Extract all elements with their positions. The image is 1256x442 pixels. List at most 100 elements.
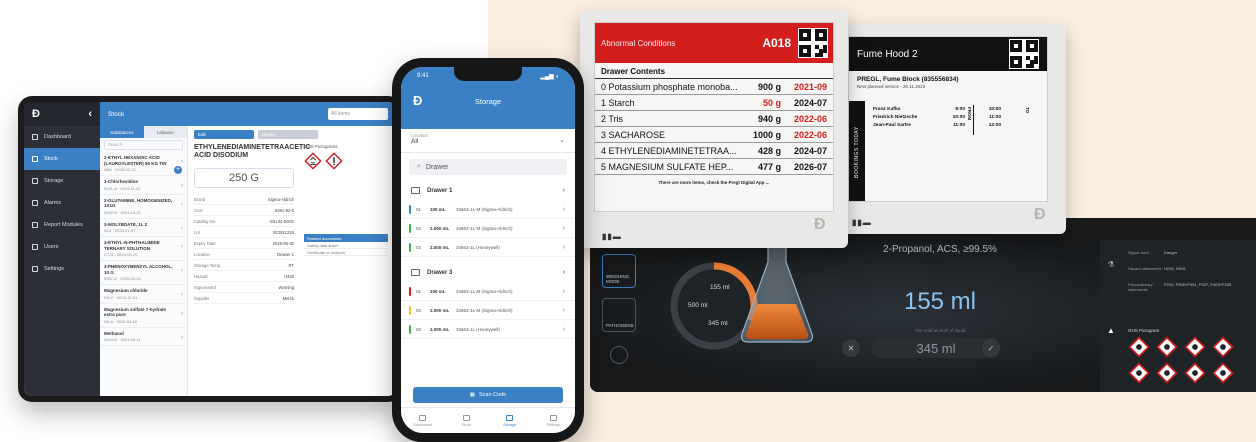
exclamation-pictogram-icon [325,152,343,170]
status-bar-indicator [409,305,411,315]
property-value: Merck [282,295,294,301]
property-key: Location [194,251,210,257]
search-input[interactable]: ⌕ Drawer [409,159,567,175]
sidebar-item[interactable]: Stock [24,148,100,170]
list-item[interactable]: 3-PHENOXYBENZYL ALCOHOL, 10 G 0087-A · 20… [100,261,187,285]
list-item[interactable]: Methanol 0044-B · 2024-08-11 › [100,328,187,346]
list-item[interactable]: 03 2.000 mL 34663-1L (Honeywell) › [401,320,575,339]
property-row: Supplier Merck [194,293,294,304]
item-description: 34663-1L-M (Sigma-Aldrich) [456,288,513,294]
tab-substances[interactable]: Substances [100,126,144,138]
measured-value: 155 ml [903,288,977,315]
drawer-name: Drawer 3 [427,269,453,276]
property-row: Lot BCBX1234 [194,227,294,238]
item-name: 2 Tris [601,113,624,124]
chevron-right-icon: › [562,224,565,232]
environment-pictogram-icon [1212,362,1234,384]
tab-label: Dashboard [413,422,433,427]
filter-select[interactable]: All items [328,108,388,120]
location-filter[interactable]: Location All ⌄ [401,129,575,153]
cancel-button[interactable]: ✕ [842,339,860,357]
tab-icon [549,414,557,421]
item-meta: N14 · 2025-01-07 [104,228,136,233]
list-item[interactable]: Magnesium sulfate 7-hydrate extra pure N9… [100,304,187,328]
settings-icon[interactable] [610,346,628,364]
page-title: Stock [108,110,125,118]
document-link[interactable]: Certificate of analysis [304,249,388,256]
measured-caption: The total amount of liquid [914,328,966,333]
collapse-icon[interactable]: ‹ [88,108,92,120]
ghs-heading: GHS Pictogram [1128,328,1160,333]
property-value: Drawer 1 [277,251,294,257]
hazard-info-row: Hazard statements H225, H319 [1128,266,1252,271]
list-item[interactable]: 03 2.000 mL 34663-1L (Honeywell) › [401,238,575,257]
fume-hood-screen: Fume Hood 2 PREGL, Fume Block (835556834… [848,36,1048,202]
tab-label: Stock [461,422,472,427]
list-item[interactable]: 02 2.000 mL 34663-1L-M (Sigma-Aldrich) › [401,219,575,238]
gauge-top-value: 155 ml [710,284,730,291]
sidebar-item[interactable]: Users [24,236,100,258]
list-item[interactable]: 2-MOLYBDATE, 1L 2 N14 · 2025-01-07 › [100,219,187,237]
tab-icon [506,414,514,421]
scan-code-button[interactable]: ▦ Scan Code [413,387,563,403]
drawer-group[interactable]: Drawer 3 › [401,263,575,282]
list-item[interactable]: 2-ETHYL HEXANOIC ACID (LAUROYLESTER) 50 … [100,152,187,176]
tab-dashboard[interactable]: Dashboard [401,408,445,433]
stock-list: Substances Labware Search + 2-ETHYL HEXA… [100,126,188,396]
tab-storage[interactable]: Storage [488,408,532,433]
item-meta: 0092-B · 2024-10-21 [104,209,141,215]
tab-stock[interactable]: Stock [445,408,489,433]
documents-card: Related documents Safety data sheet Cert… [304,234,388,256]
pathogens-button[interactable]: PATHOGENS [602,298,636,332]
fume-hood-title: Fume Hood 2 [857,48,918,60]
amount-value[interactable]: 250 G [194,168,294,188]
drawer-group[interactable]: Drawer 1 › [401,181,575,200]
app-logo: Ð ‹ [24,102,100,126]
sidebar-item[interactable]: Settings [24,258,100,280]
sidebar-item[interactable]: Report Modules [24,214,100,236]
item-meta: 0044-B · 2024-08-11 [104,337,141,342]
list-item[interactable]: Magnesium chloride N3-C · 2024-12-01 › [100,285,187,304]
list-item[interactable]: 1-Chlorhexidine 0091-A · 2024-11-03 › [100,176,187,195]
item-weight: 428 g [757,145,781,156]
confirm-button[interactable]: ✓ [982,339,1000,357]
booking-from: 9:00 [955,106,965,112]
edit-button[interactable]: Edit [194,130,254,139]
list-item[interactable]: 02 2.000 mL 34663-1L-M (Sigma-Aldrich) › [401,301,575,320]
list-item[interactable]: 01 100 mL 34663-1L-M (Sigma-Aldrich) › [401,200,575,219]
list-item[interactable]: 01 100 mL 34663-1L-M (Sigma-Aldrich) › [401,282,575,301]
flask-tab-icon[interactable]: ⚗ [1100,260,1122,269]
chevron-right-icon: › [181,159,183,165]
item-expiry: 2022-06 [793,129,827,140]
corrosive-pictogram-icon [1212,336,1234,358]
alert-code: A018 [762,36,791,50]
document-link[interactable]: Safety data sheet [304,242,388,249]
slot-number: 02 [416,225,422,231]
tab-settings[interactable]: Settings [532,408,576,433]
tab-labware[interactable]: Labware [144,126,188,138]
sidebar-item[interactable]: Dashboard [24,126,100,148]
sidebar-item[interactable]: Alarms [24,192,100,214]
barcode-icon: ▦ [469,392,475,398]
list-item[interactable]: 3-ETHYL-N-PHTHALIMIDE TERNARY SOLUTION C7… [100,237,187,261]
list-search-input[interactable]: Search [104,140,183,150]
history-button[interactable]: History [258,130,318,139]
corrosive-pictogram-icon [304,152,322,170]
list-item[interactable]: 2-GLUTAMINE, HOMOGENIZED, 1X1G 0092-B · 2… [100,195,187,219]
bookings-table: Franz Kafka 9:00 10:00 Friedrich Nietzsche 1… [873,105,1039,129]
target-volume-input[interactable]: 345 ml [872,338,1000,358]
nav-icon [32,178,38,184]
nav-icon [32,222,38,228]
item-name: 1-Chlorhexidine [104,179,139,184]
info-value: P210, P305+P351, P337, P403+P235 [1164,282,1232,287]
sidebar-item[interactable]: Storage [24,170,100,192]
weighing-mode-button[interactable]: WEIGHING MODE [602,254,636,288]
slot-number: 03 [416,326,422,332]
warning-tab-icon[interactable]: ▲ [1100,326,1122,335]
battery-indicator: ▮▮▬ [602,232,622,241]
bookings-label: BOOKINGS TODAY [849,101,865,201]
sidebar-nav: Dashboard Stock Storage Alarms Report Module… [24,126,100,280]
chevron-right-icon: › [181,292,183,298]
phone-header: 9:41 ▂▄▆ ◗ Ð Storage [401,67,575,129]
drawer-list: Drawer 1 › 01 100 mL 34663-1L-M (Sigma-Aldri… [401,181,575,339]
